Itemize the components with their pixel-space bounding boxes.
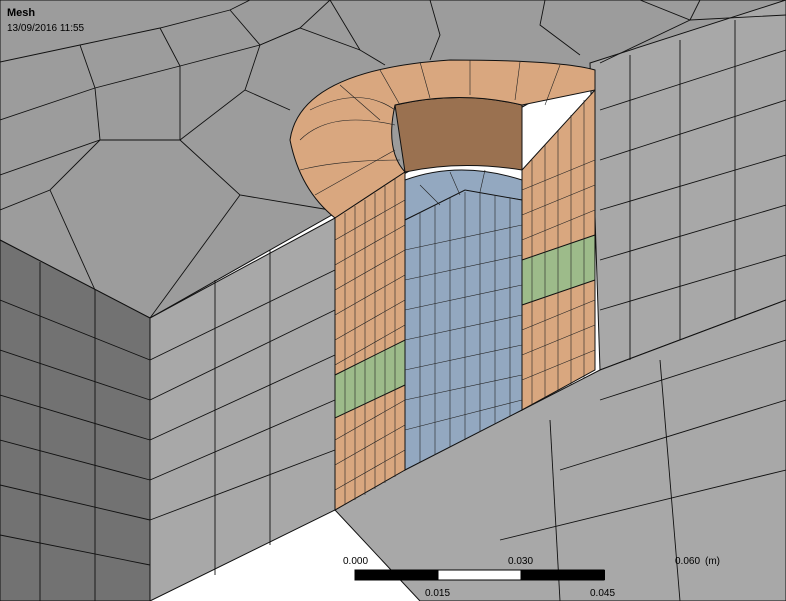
scale-label-0: 0.000 xyxy=(343,556,369,567)
viewport-title: Mesh xyxy=(7,7,36,19)
scale-label-045: 0.045 xyxy=(590,588,616,599)
scale-segment-3 xyxy=(520,569,605,581)
scale-segment-2 xyxy=(437,569,522,581)
mesh-model xyxy=(0,0,786,601)
ring-interior-wall xyxy=(394,97,523,173)
viewport-timestamp: 13/09/2016 11:55 xyxy=(7,23,85,34)
scale-label-030: 0.030 xyxy=(508,556,534,567)
scale-label-015: 0.015 xyxy=(425,588,451,599)
scale-unit: (m) xyxy=(705,556,720,567)
scale-segment-end xyxy=(604,570,605,580)
scale-bar xyxy=(354,569,605,581)
scale-label-060: 0.060 xyxy=(675,556,701,567)
graphics-viewport[interactable]: Mesh 13/09/2016 11:55 0.000 0.030 0.060 … xyxy=(0,0,786,601)
scale-segment-1 xyxy=(354,569,439,581)
